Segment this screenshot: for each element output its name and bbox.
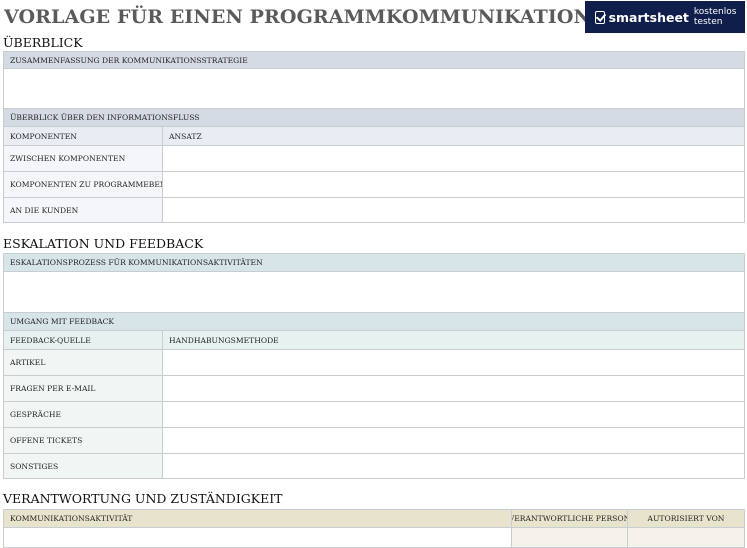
feedback-row-field[interactable] [162,453,745,479]
feedback-row-field[interactable] [162,427,745,454]
authorized-by-field[interactable] [627,527,745,548]
responsible-person-field[interactable] [511,527,628,548]
responsibility-heading: VERANTWORTUNG UND ZUSTÄNDIGKEIT [3,491,283,506]
process-field[interactable] [3,271,745,313]
process-label: ESKALATIONSPROZESS FÜR KOMMUNIKATIONSAKT… [3,253,745,272]
col-responsible-person: VERANTWORTLICHE PERSON [511,509,628,528]
feedback-row-label: SONSTIGES [3,453,163,479]
brand-name: smartsheet [608,9,689,25]
escalation-heading: ESKALATION UND FEEDBACK [3,236,204,251]
col-handling-method: HANDHABUNGSMETHODE [162,330,745,350]
flow-row-label: AN DIE KUNDEN [3,197,163,223]
feedback-row-label: ARTIKEL [3,349,163,376]
feedback-row-label: OFFENE TICKETS [3,427,163,454]
smartsheet-trial-button[interactable]: smartsheet kostenlos testen [585,1,745,33]
flow-row-field[interactable] [162,171,745,198]
activity-field[interactable] [3,527,512,548]
trial-label: kostenlos testen [693,7,737,27]
col-feedback-source: FEEDBACK-QUELLE [3,330,163,350]
col-approach: ANSATZ [162,126,745,146]
flow-row-label: ZWISCHEN KOMPONENTEN [3,145,163,172]
feedback-row-label: GESPRÄCHE [3,401,163,428]
flow-row-label: KOMPONENTEN ZU PROGRAMMEBENE [3,171,163,198]
flow-row-field[interactable] [162,197,745,223]
col-authorized-by: AUTORISIERT VON [627,509,745,528]
flow-row-field[interactable] [162,145,745,172]
col-components: KOMPONENTEN [3,126,163,146]
feedback-label: UMGANG MIT FEEDBACK [3,312,745,331]
feedback-row-field[interactable] [162,375,745,402]
feedback-row-label: FRAGEN PER E-MAIL [3,375,163,402]
smartsheet-check-icon [595,10,605,24]
col-activity: KOMMUNIKATIONSAKTIVITÄT [3,509,512,528]
summary-field[interactable] [3,68,745,109]
page-title: VORLAGE FÜR EINEN PROGRAMMKOMMUNIKATIONS… [4,6,665,28]
feedback-row-field[interactable] [162,401,745,428]
summary-label: ZUSAMMENFASSUNG DER KOMMUNIKATIONSSTRATE… [3,51,745,69]
feedback-row-field[interactable] [162,349,745,376]
flow-label: ÜBERBLICK ÜBER DEN INFORMATIONSFLUSS [3,108,745,127]
overview-heading: ÜBERBLICK [3,35,83,50]
